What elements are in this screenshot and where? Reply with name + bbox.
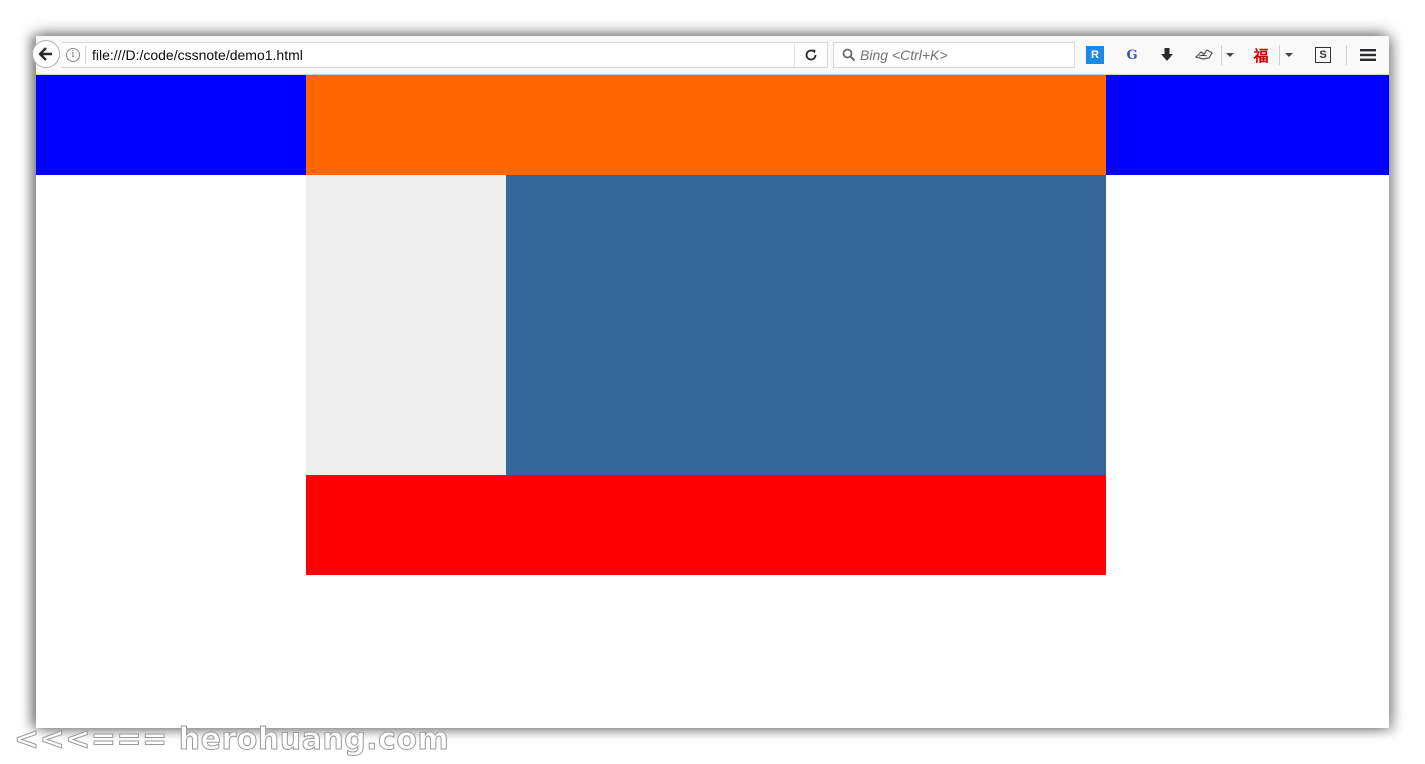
page-content [36, 75, 1389, 728]
chevron-down-icon[interactable] [1226, 53, 1234, 57]
url-text[interactable]: file:///D:/code/cssnote/demo1.html [92, 47, 303, 63]
browser-toolbar: i file:///D:/code/cssnote/demo1.html Bin… [32, 36, 1389, 75]
toolbar-divider [1346, 45, 1347, 65]
extension-s-icon[interactable]: S [1315, 47, 1331, 63]
extension-fu-icon[interactable]: 福 [1251, 45, 1271, 65]
footer-box [306, 475, 1106, 575]
download-icon[interactable] [1157, 45, 1177, 65]
toolbar-divider [1221, 45, 1222, 65]
search-placeholder: Bing <Ctrl+K> [860, 47, 948, 63]
browser-window: i file:///D:/code/cssnote/demo1.html Bin… [32, 36, 1389, 728]
extension-r-icon[interactable]: R [1086, 46, 1104, 64]
toolbar-divider [1279, 45, 1280, 65]
reload-icon [805, 49, 817, 61]
fox-icon[interactable] [1194, 45, 1214, 65]
back-button[interactable] [32, 40, 60, 68]
reload-button[interactable] [794, 42, 828, 68]
header-inner [306, 75, 1106, 175]
url-bar[interactable]: i file:///D:/code/cssnote/demo1.html [62, 42, 827, 68]
search-input[interactable]: Bing <Ctrl+K> [833, 42, 1075, 68]
back-arrow-icon [38, 47, 52, 61]
search-icon [842, 48, 856, 62]
chevron-down-icon[interactable] [1285, 53, 1293, 57]
url-divider [85, 46, 86, 64]
menu-icon[interactable] [1358, 45, 1378, 65]
sidebar-box [306, 175, 506, 475]
info-icon[interactable]: i [66, 48, 80, 62]
main-box [506, 175, 1106, 475]
watermark-text: <<<=== herohuang.com [13, 722, 450, 758]
extension-g-icon[interactable]: G [1122, 45, 1142, 65]
